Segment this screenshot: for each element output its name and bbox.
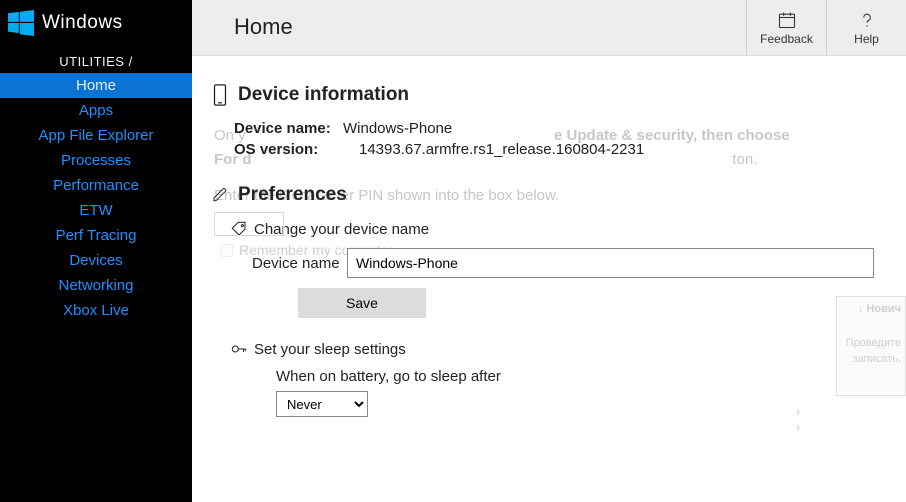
sidebar-item-perf-tracing[interactable]: Perf Tracing xyxy=(0,223,192,248)
os-version-value: 14393.67.armfre.rs1_release.160804-2231 xyxy=(359,141,644,158)
help-label: Help xyxy=(854,32,879,46)
battery-sleep-row: When on battery, go to sleep after Never xyxy=(276,368,874,417)
sidebar-item-etw[interactable]: ETW xyxy=(0,198,192,223)
help-icon xyxy=(857,10,877,30)
device-name-label: Device name: xyxy=(234,120,339,137)
sidebar-items: Home Apps App File Explorer Processes Pe… xyxy=(0,73,192,323)
feedback-label: Feedback xyxy=(760,32,813,46)
ghost-chevrons: ›› xyxy=(796,404,800,434)
topbar: Home Feedback Help xyxy=(192,0,906,56)
sidebar-header: Windows xyxy=(0,0,192,44)
battery-sleep-label: When on battery, go to sleep after xyxy=(276,368,874,385)
key-icon xyxy=(230,340,248,358)
sidebar-item-devices[interactable]: Devices xyxy=(0,248,192,273)
content: On y xxxxxxxxxxxxxxxxxxxxxxxxxxxxxxxxxxx… xyxy=(192,56,906,502)
sidebar-item-networking[interactable]: Networking xyxy=(0,273,192,298)
change-device-name-row: Change your device name xyxy=(230,220,874,238)
sidebar-item-xbox-live[interactable]: Xbox Live xyxy=(0,298,192,323)
sidebar-brand: Windows xyxy=(42,12,123,34)
device-name-value: Windows-Phone xyxy=(343,120,452,137)
sleep-settings-label: Set your sleep settings xyxy=(254,341,406,358)
battery-sleep-select[interactable]: Never xyxy=(276,391,368,417)
pencil-icon xyxy=(212,184,228,206)
device-name-field-row: Device name xyxy=(252,248,874,278)
calendar-icon xyxy=(777,10,797,30)
page-title: Home xyxy=(192,0,746,55)
feedback-button[interactable]: Feedback xyxy=(746,0,826,55)
main: Home Feedback Help On y xxxxxxxxxxxxxxxx… xyxy=(192,0,906,502)
sidebar-item-performance[interactable]: Performance xyxy=(0,173,192,198)
os-version-label: OS version: xyxy=(234,141,339,158)
os-version-row: OS version: 14393.67.armfre.rs1_release.… xyxy=(234,141,874,158)
device-info-header: Device information xyxy=(212,84,874,106)
device-name-field-label: Device name xyxy=(252,255,347,272)
tag-icon xyxy=(230,220,248,238)
change-device-name-label: Change your device name xyxy=(254,221,429,238)
device-name-row: Device name: Windows-Phone xyxy=(234,120,874,137)
preferences-header: Preferences xyxy=(212,184,874,206)
device-icon xyxy=(212,84,228,106)
save-button[interactable]: Save xyxy=(298,288,426,318)
sidebar-item-apps[interactable]: Apps xyxy=(0,98,192,123)
sidebar: Windows UTILITIES / Home Apps App File E… xyxy=(0,0,192,502)
sidebar-item-home[interactable]: Home xyxy=(0,73,192,98)
device-name-input[interactable] xyxy=(347,248,874,278)
breadcrumb: UTILITIES / xyxy=(0,54,192,69)
sleep-settings-row: Set your sleep settings xyxy=(230,340,874,358)
sidebar-item-app-file-explorer[interactable]: App File Explorer xyxy=(0,123,192,148)
windows-logo-icon xyxy=(8,10,34,36)
help-button[interactable]: Help xyxy=(826,0,906,55)
sidebar-item-processes[interactable]: Processes xyxy=(0,148,192,173)
